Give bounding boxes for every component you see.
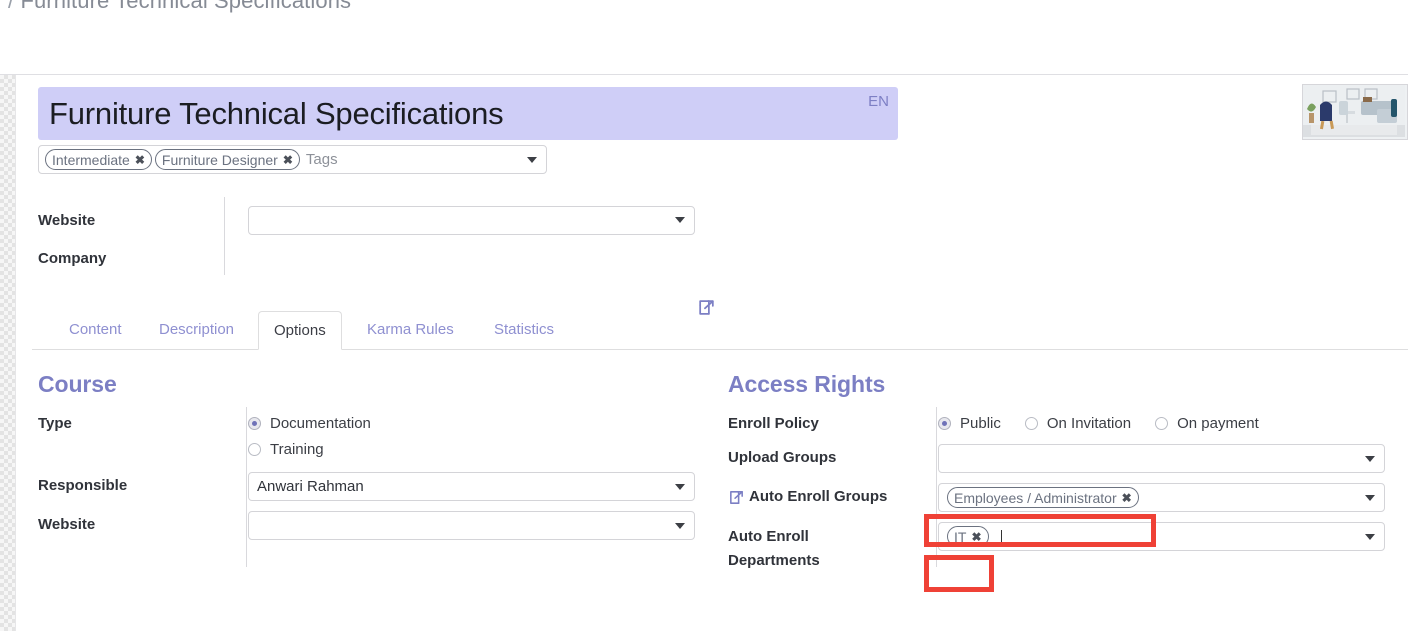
tab-bar: Content Description Options Karma Rules … bbox=[32, 311, 1408, 350]
field-row-responsible: Responsible Anwari Rahman bbox=[38, 472, 708, 501]
upload-groups-label: Upload Groups bbox=[728, 449, 837, 466]
radio-documentation-input[interactable] bbox=[248, 416, 261, 430]
text-caret bbox=[1001, 530, 1002, 545]
auto-enroll-groups-open-record-icon[interactable] bbox=[728, 489, 743, 504]
auto-enroll-departments-label-line1: Auto Enroll bbox=[728, 528, 809, 545]
auto-enroll-departments-chip-remove-icon[interactable]: ✖ bbox=[971, 530, 981, 544]
form-sheet-container: Furniture Technical Specifications EN In… bbox=[0, 74, 1408, 631]
auto-enroll-departments-chip[interactable]: IT ✖ bbox=[947, 526, 989, 547]
radio-option-training[interactable]: Training bbox=[248, 436, 371, 462]
radio-option-public[interactable]: Public bbox=[938, 415, 1001, 432]
responsible-value: Anwari Rahman bbox=[257, 478, 364, 495]
tab-options[interactable]: Options bbox=[258, 311, 342, 350]
website-input[interactable] bbox=[248, 205, 695, 235]
chevron-down-icon[interactable] bbox=[1365, 494, 1375, 501]
chevron-down-icon[interactable] bbox=[675, 522, 685, 529]
enroll-policy-options: Public On Invitation On payment bbox=[938, 410, 1283, 436]
course-image-thumbnail[interactable] bbox=[1302, 84, 1408, 140]
auto-enroll-groups-label-text: Auto Enroll Groups bbox=[749, 488, 888, 505]
auto-enroll-departments-label: Auto Enroll Departments bbox=[728, 522, 914, 573]
radio-public-label: Public bbox=[960, 414, 1001, 432]
radio-option-documentation[interactable]: Documentation bbox=[248, 410, 371, 436]
type-label: Type bbox=[38, 415, 72, 432]
page-title: Furniture Technical Specifications bbox=[49, 95, 504, 131]
radio-training-label: Training bbox=[270, 440, 324, 458]
field-row-enroll-policy: Enroll Policy Public On Invitation On pa… bbox=[728, 410, 1398, 436]
radio-documentation-label: Documentation bbox=[270, 414, 371, 432]
radio-option-on-invitation[interactable]: On Invitation bbox=[1024, 414, 1132, 432]
tag-chip-label: Intermediate bbox=[52, 151, 130, 168]
language-badge[interactable]: EN bbox=[868, 93, 889, 110]
access-rights-section-title: Access Rights bbox=[728, 371, 886, 397]
website-label: Website bbox=[38, 211, 96, 229]
chevron-down-icon[interactable] bbox=[527, 156, 537, 163]
course-website-control bbox=[248, 511, 695, 540]
tag-chip[interactable]: Furniture Designer ✖ bbox=[154, 149, 300, 170]
responsible-label: Responsible bbox=[38, 477, 128, 494]
chevron-down-icon[interactable] bbox=[675, 217, 685, 223]
field-row-upload-groups: Upload Groups bbox=[728, 444, 1398, 473]
radio-on-payment-label: On payment bbox=[1177, 414, 1259, 432]
auto-enroll-groups-label: Auto Enroll Groups bbox=[728, 483, 914, 508]
living-room-furniture-photo bbox=[1303, 85, 1405, 137]
auto-enroll-groups-chip-remove-icon[interactable]: ✖ bbox=[1122, 491, 1132, 505]
auto-enroll-groups-input[interactable]: Employees / Administrator ✖ bbox=[938, 483, 1385, 512]
field-row-type: Type Documentation Training bbox=[38, 410, 708, 462]
chevron-down-icon[interactable] bbox=[1365, 533, 1375, 540]
tag-chip-remove-icon[interactable]: ✖ bbox=[283, 153, 293, 167]
responsible-control: Anwari Rahman bbox=[248, 472, 695, 501]
tags-placeholder: Tags bbox=[305, 151, 338, 168]
tab-statistics[interactable]: Statistics bbox=[479, 311, 569, 349]
course-section-title: Course bbox=[38, 371, 117, 397]
top-fields-group: Website Company bbox=[38, 197, 718, 277]
company-label: Company bbox=[38, 249, 107, 267]
tab-description[interactable]: Description bbox=[144, 311, 249, 349]
radio-option-on-payment[interactable]: On payment bbox=[1155, 415, 1259, 432]
field-row-course-website: Website bbox=[38, 511, 708, 540]
tag-chip[interactable]: Intermediate ✖ bbox=[45, 149, 152, 170]
responsible-open-record-icon[interactable] bbox=[697, 298, 716, 322]
transparency-gutter bbox=[0, 75, 15, 631]
chevron-down-icon[interactable] bbox=[675, 483, 685, 490]
form-sheet: Furniture Technical Specifications EN In… bbox=[16, 75, 1408, 631]
field-row-company: Company bbox=[38, 239, 718, 277]
auto-enroll-departments-chip-label: IT bbox=[954, 528, 967, 545]
enroll-policy-radio-group: Public On Invitation On payment bbox=[938, 410, 1283, 436]
breadcrumb-current: Furniture Technical Specifications bbox=[20, 0, 352, 13]
radio-training-input[interactable] bbox=[248, 442, 261, 456]
field-row-website: Website bbox=[38, 201, 718, 239]
course-website-input[interactable] bbox=[248, 511, 695, 540]
upload-groups-control bbox=[938, 444, 1385, 473]
radio-on-invitation-input[interactable] bbox=[1024, 416, 1038, 430]
tab-karma-rules[interactable]: Karma Rules bbox=[352, 311, 469, 349]
field-row-auto-enroll-groups: Auto Enroll Groups Employees / Administr… bbox=[728, 483, 1398, 512]
tab-content[interactable]: Content bbox=[54, 311, 137, 349]
record-title-field[interactable]: Furniture Technical Specifications EN bbox=[38, 87, 898, 140]
field-row-auto-enroll-departments: Auto Enroll Departments IT ✖ bbox=[728, 522, 1398, 573]
radio-on-payment-input[interactable] bbox=[1155, 416, 1169, 430]
breadcrumb-separator: / bbox=[8, 0, 15, 13]
enroll-policy-label: Enroll Policy bbox=[728, 415, 819, 432]
auto-enroll-groups-control: Employees / Administrator ✖ bbox=[938, 483, 1385, 512]
auto-enroll-groups-chip[interactable]: Employees / Administrator ✖ bbox=[947, 487, 1139, 508]
course-website-label: Website bbox=[38, 516, 96, 533]
auto-enroll-departments-control: IT ✖ bbox=[938, 522, 1385, 551]
chevron-down-icon[interactable] bbox=[1365, 455, 1375, 462]
auto-enroll-departments-input[interactable]: IT ✖ bbox=[938, 522, 1385, 551]
auto-enroll-groups-chip-label: Employees / Administrator bbox=[954, 489, 1117, 506]
tag-chip-label: Furniture Designer bbox=[161, 151, 278, 168]
responsible-input[interactable]: Anwari Rahman bbox=[248, 472, 695, 501]
auto-enroll-departments-label-line2: Departments bbox=[728, 552, 820, 569]
radio-on-invitation-label: On Invitation bbox=[1046, 414, 1132, 432]
breadcrumb: / Furniture Technical Specifications bbox=[8, 0, 351, 14]
tag-chip-remove-icon[interactable]: ✖ bbox=[135, 153, 145, 167]
type-radio-group: Documentation Training bbox=[248, 410, 371, 462]
upload-groups-input[interactable] bbox=[938, 444, 1385, 473]
radio-public-input[interactable] bbox=[938, 416, 951, 430]
access-rights-section: Access Rights Enroll Policy Public On In… bbox=[728, 371, 1398, 581]
course-section: Course Type Documentation Training Respo… bbox=[38, 371, 708, 567]
tags-input[interactable]: Intermediate ✖ Furniture Designer ✖ Tags bbox=[38, 145, 547, 174]
